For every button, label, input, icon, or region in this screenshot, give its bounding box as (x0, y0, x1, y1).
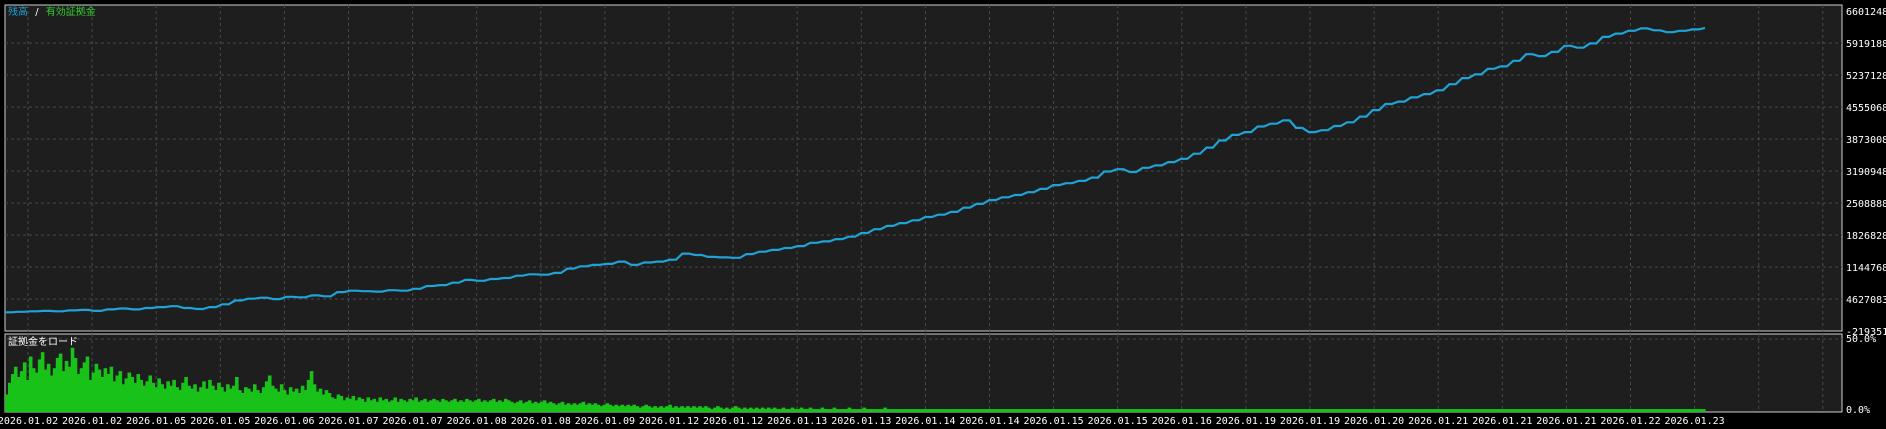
x-tick-label: 2026.01.13 (831, 416, 891, 427)
legend-separator: / (35, 7, 39, 18)
x-tick-label: 2026.01.02 (62, 416, 122, 427)
main-y-tick-label: 31909484 (1846, 167, 1886, 178)
main-y-tick-label: 18268284 (1846, 231, 1886, 242)
x-tick-label: 2026.01.06 (254, 416, 314, 427)
main-y-tick-label: 66012485 (1846, 7, 1886, 18)
x-tick-label: 2026.01.05 (190, 416, 250, 427)
deposit-load-bar (1702, 409, 1706, 412)
x-tick-label: 2026.01.13 (767, 416, 827, 427)
x-tick-label: 2026.01.15 (1088, 416, 1148, 427)
x-tick-label: 2026.01.20 (1344, 416, 1404, 427)
x-tick-label: 2026.01.12 (703, 416, 763, 427)
x-tick-label: 2026.01.14 (895, 416, 955, 427)
load-panel-title: 証拠金をロード (8, 335, 78, 348)
x-tick-label: 2026.01.21 (1472, 416, 1532, 427)
main-y-tick-label: 11447683 (1846, 263, 1886, 274)
legend-equity: 有効証拠金 (46, 5, 96, 18)
main-y-ticks: 66012485 59191885 52371285 45550684 38730084… (1846, 7, 1886, 338)
x-tick-label: 2026.01.05 (126, 416, 186, 427)
strategy-tester-graph: 66012485 59191885 52371285 45550684 38730084… (0, 0, 1886, 429)
x-tick-label: 2026.01.02 (0, 416, 58, 427)
x-tick-label: 2026.01.07 (382, 416, 442, 427)
main-y-tick-label: 38730084 (1846, 135, 1886, 146)
x-tick-label: 2026.01.16 (1152, 416, 1212, 427)
main-y-tick-label: 25088884 (1846, 199, 1886, 210)
x-tick-label: 2026.01.23 (1664, 416, 1724, 427)
x-tick-label: 2026.01.12 (639, 416, 699, 427)
main-y-tick-label: 4627083 (1846, 295, 1886, 306)
main-y-tick-label: 52371285 (1846, 71, 1886, 82)
main-y-tick-label: 45550684 (1846, 103, 1886, 114)
x-axis-ticks: 2026.01.02 2026.01.02 2026.01.05 2026.01.05… (0, 416, 1725, 427)
x-tick-label: 2026.01.09 (575, 416, 635, 427)
load-y-ticks: 50.0% 0.0% (1846, 334, 1876, 416)
x-tick-label: 2026.01.19 (1216, 416, 1276, 427)
load-y-tick-label: 0.0% (1846, 405, 1870, 416)
x-tick-label: 2026.01.08 (511, 416, 571, 427)
x-tick-label: 2026.01.22 (1600, 416, 1660, 427)
x-tick-label: 2026.01.07 (318, 416, 378, 427)
x-tick-label: 2026.01.15 (1023, 416, 1083, 427)
x-tick-label: 2026.01.21 (1536, 416, 1596, 427)
x-tick-label: 2026.01.14 (959, 416, 1019, 427)
x-tick-label: 2026.01.19 (1280, 416, 1340, 427)
x-tick-label: 2026.01.21 (1408, 416, 1468, 427)
main-y-tick-label: 59191885 (1846, 39, 1886, 50)
legend-balance: 残高 (8, 5, 28, 18)
load-y-tick-label: 50.0% (1846, 334, 1876, 345)
legend: 残高 / 有効証拠金 (8, 5, 96, 18)
equity-chart-svg: 66012485 59191885 52371285 45550684 38730084… (0, 4, 1886, 427)
x-tick-label: 2026.01.08 (447, 416, 507, 427)
